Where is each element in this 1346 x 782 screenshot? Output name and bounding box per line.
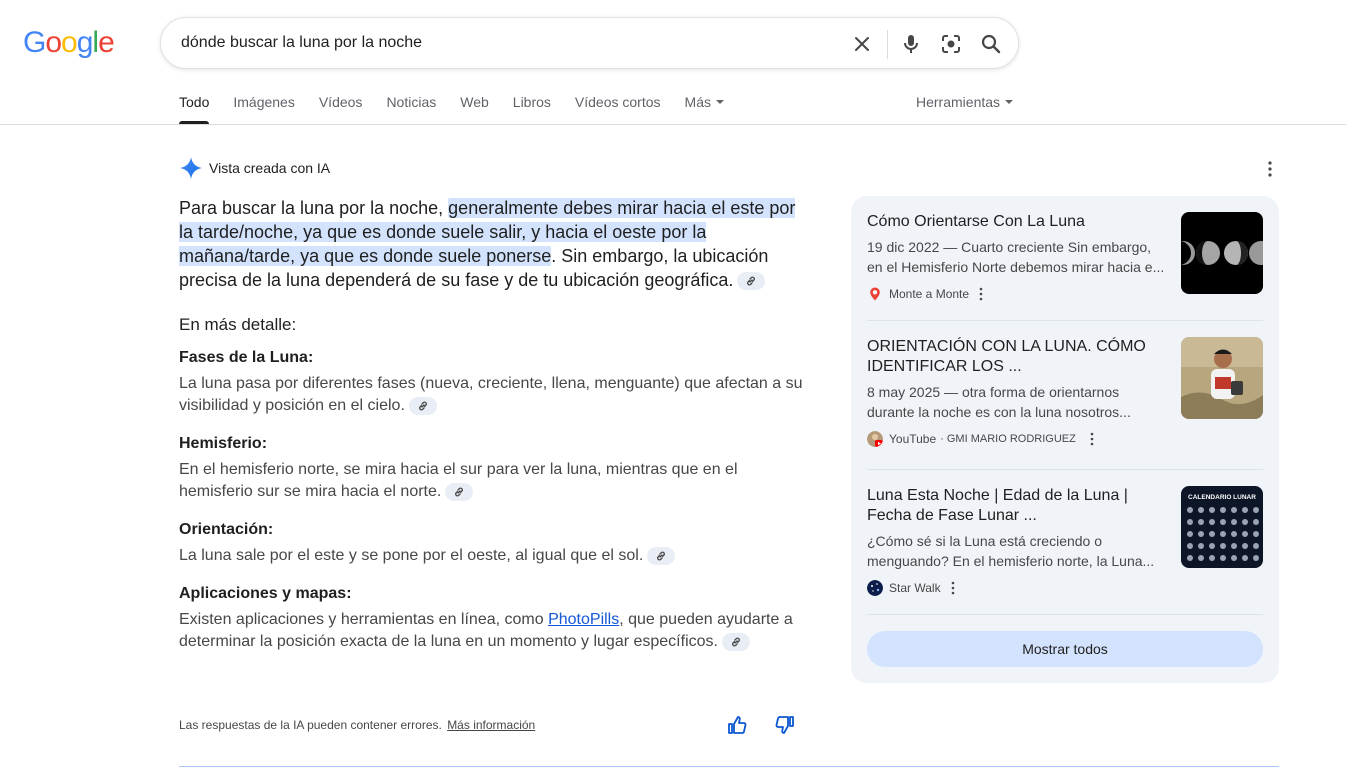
section-body: La luna pasa por diferentes fases (nueva…: [179, 373, 804, 417]
chevron-down-icon: [715, 100, 724, 105]
source-divider: [867, 469, 1263, 470]
ai-overview-header: Vista creada con IA: [179, 156, 330, 180]
search-box[interactable]: dónde buscar la luna por la noche: [160, 17, 1019, 69]
source-site-name: Monte a Monte: [889, 287, 970, 301]
thumbs-up-icon[interactable]: [726, 714, 748, 736]
ai-disclaimer: Las respuestas de la IA pueden contener …: [179, 718, 535, 732]
clear-icon[interactable]: [849, 31, 875, 57]
video-thumbnail[interactable]: [1181, 337, 1263, 419]
thumbnail-caption: CALENDARIO LUNAR: [1188, 494, 1256, 501]
section-body: En el hemisferio norte, se mira hacia el…: [179, 459, 804, 503]
more-options-icon[interactable]: [1262, 160, 1278, 178]
google-logo[interactable]: Google: [23, 26, 115, 60]
section-title: Hemisferio:: [179, 435, 268, 452]
show-all-button[interactable]: Mostrar todos: [867, 631, 1263, 667]
search-icon[interactable]: [978, 31, 1004, 57]
source-title[interactable]: Cómo Orientarse Con La Luna: [867, 212, 1157, 232]
lunar-calendar-thumbnail[interactable]: CALENDARIO LUNAR: [1181, 486, 1263, 568]
link-icon: [657, 551, 666, 561]
section-title: Orientación:: [179, 521, 274, 538]
tab-todo[interactable]: Todo: [179, 94, 210, 124]
search-tabs: Todo Imágenes Vídeos Noticias Web Libros…: [179, 94, 748, 124]
source-channel: · GMI MARIO RODRIGUEZ: [940, 433, 1076, 445]
link-icon: [455, 487, 464, 497]
ai-answer: Para buscar la luna por la noche, genera…: [179, 196, 804, 292]
more-options-icon[interactable]: [979, 287, 983, 301]
section-title: Fases de la Luna:: [179, 349, 314, 366]
disclaimer-text: Las respuestas de la IA pueden contener …: [179, 718, 442, 732]
detail-label: En más detalle:: [179, 315, 297, 334]
sources-panel: Cómo Orientarse Con La Luna 19 dic 2022 …: [851, 196, 1279, 683]
source-divider: [867, 614, 1263, 615]
star-walk-logo: [867, 580, 883, 596]
source-divider: [867, 320, 1263, 321]
photopills-link[interactable]: PhotoPills: [548, 611, 619, 628]
header-divider: [0, 124, 1346, 125]
channel-avatar: [867, 431, 883, 447]
tab-noticias[interactable]: Noticias: [386, 94, 436, 124]
source-card[interactable]: Luna Esta Noche | Edad de la Luna | Fech…: [867, 486, 1263, 597]
link-icon: [747, 276, 756, 286]
tab-videos-cortos[interactable]: Vídeos cortos: [575, 94, 661, 124]
search-input[interactable]: dónde buscar la luna por la noche: [181, 34, 422, 52]
section-body-text: La luna sale por el este y se pone por e…: [179, 547, 644, 564]
tab-libros[interactable]: Libros: [513, 94, 551, 124]
link-icon: [732, 637, 740, 647]
microphone-icon[interactable]: [898, 31, 924, 57]
more-options-icon[interactable]: [951, 581, 955, 595]
source-snippet: ¿Cómo sé si la Luna está creciendo o men…: [867, 533, 1155, 569]
map-pin-icon: [870, 287, 880, 301]
section-body-text: Existen aplicaciones y herramientas en l…: [179, 611, 549, 628]
ai-overview-label: Vista creada con IA: [209, 160, 331, 176]
tab-mas[interactable]: Más: [685, 94, 724, 124]
citation-link-button[interactable]: [445, 482, 474, 501]
source-site-name: YouTube: [889, 432, 937, 446]
moon-phases-thumbnail[interactable]: [1181, 212, 1263, 294]
tab-imagenes[interactable]: Imágenes: [233, 94, 294, 124]
source-snippet: 8 may 2025 — otra forma de orientarnos d…: [867, 384, 1131, 420]
citation-link-button[interactable]: [737, 272, 766, 291]
source-card[interactable]: ORIENTACIÓN CON LA LUNA. CÓMO IDENTIFICA…: [867, 337, 1263, 448]
section-title: Aplicaciones y mapas:: [179, 585, 352, 602]
source-card[interactable]: Cómo Orientarse Con La Luna 19 dic 2022 …: [867, 212, 1263, 303]
tab-videos[interactable]: Vídeos: [319, 94, 363, 124]
tools-menu[interactable]: Herramientas: [916, 94, 1014, 110]
section-body: La luna sale por el este y se pone por e…: [179, 545, 804, 567]
chevron-down-icon: [1005, 100, 1014, 105]
source-site: Star Walk: [867, 579, 1263, 597]
section-body: Existen aplicaciones y herramientas en l…: [179, 609, 804, 653]
tab-web[interactable]: Web: [460, 94, 489, 124]
citation-link-button[interactable]: [721, 632, 750, 651]
thumbs-down-icon[interactable]: [774, 714, 796, 736]
source-title[interactable]: ORIENTACIÓN CON LA LUNA. CÓMO IDENTIFICA…: [867, 337, 1157, 377]
source-title[interactable]: Luna Esta Noche | Edad de la Luna | Fech…: [867, 486, 1157, 526]
bottom-divider: [179, 766, 1279, 767]
source-snippet: 19 dic 2022 — Cuarto creciente Sin embar…: [867, 239, 1165, 275]
tab-mas-label: Más: [684, 94, 711, 110]
more-info-link[interactable]: Más información: [447, 718, 535, 732]
citation-link-button[interactable]: [408, 396, 437, 415]
camera-lens-icon[interactable]: [938, 31, 964, 57]
citation-link-button[interactable]: [647, 546, 676, 565]
tools-label: Herramientas: [916, 94, 1001, 110]
more-options-icon[interactable]: [1090, 432, 1094, 446]
sparkle-icon: [180, 157, 202, 179]
link-icon: [418, 401, 427, 411]
section-body-text: La luna pasa por diferentes fases (nueva…: [179, 375, 803, 414]
search-divider: [887, 30, 888, 59]
source-site: YouTube · GMI MARIO RODRIGUEZ: [867, 430, 1263, 448]
answer-intro: Para buscar la luna por la noche,: [179, 198, 449, 218]
source-site-name: Star Walk: [889, 581, 941, 595]
